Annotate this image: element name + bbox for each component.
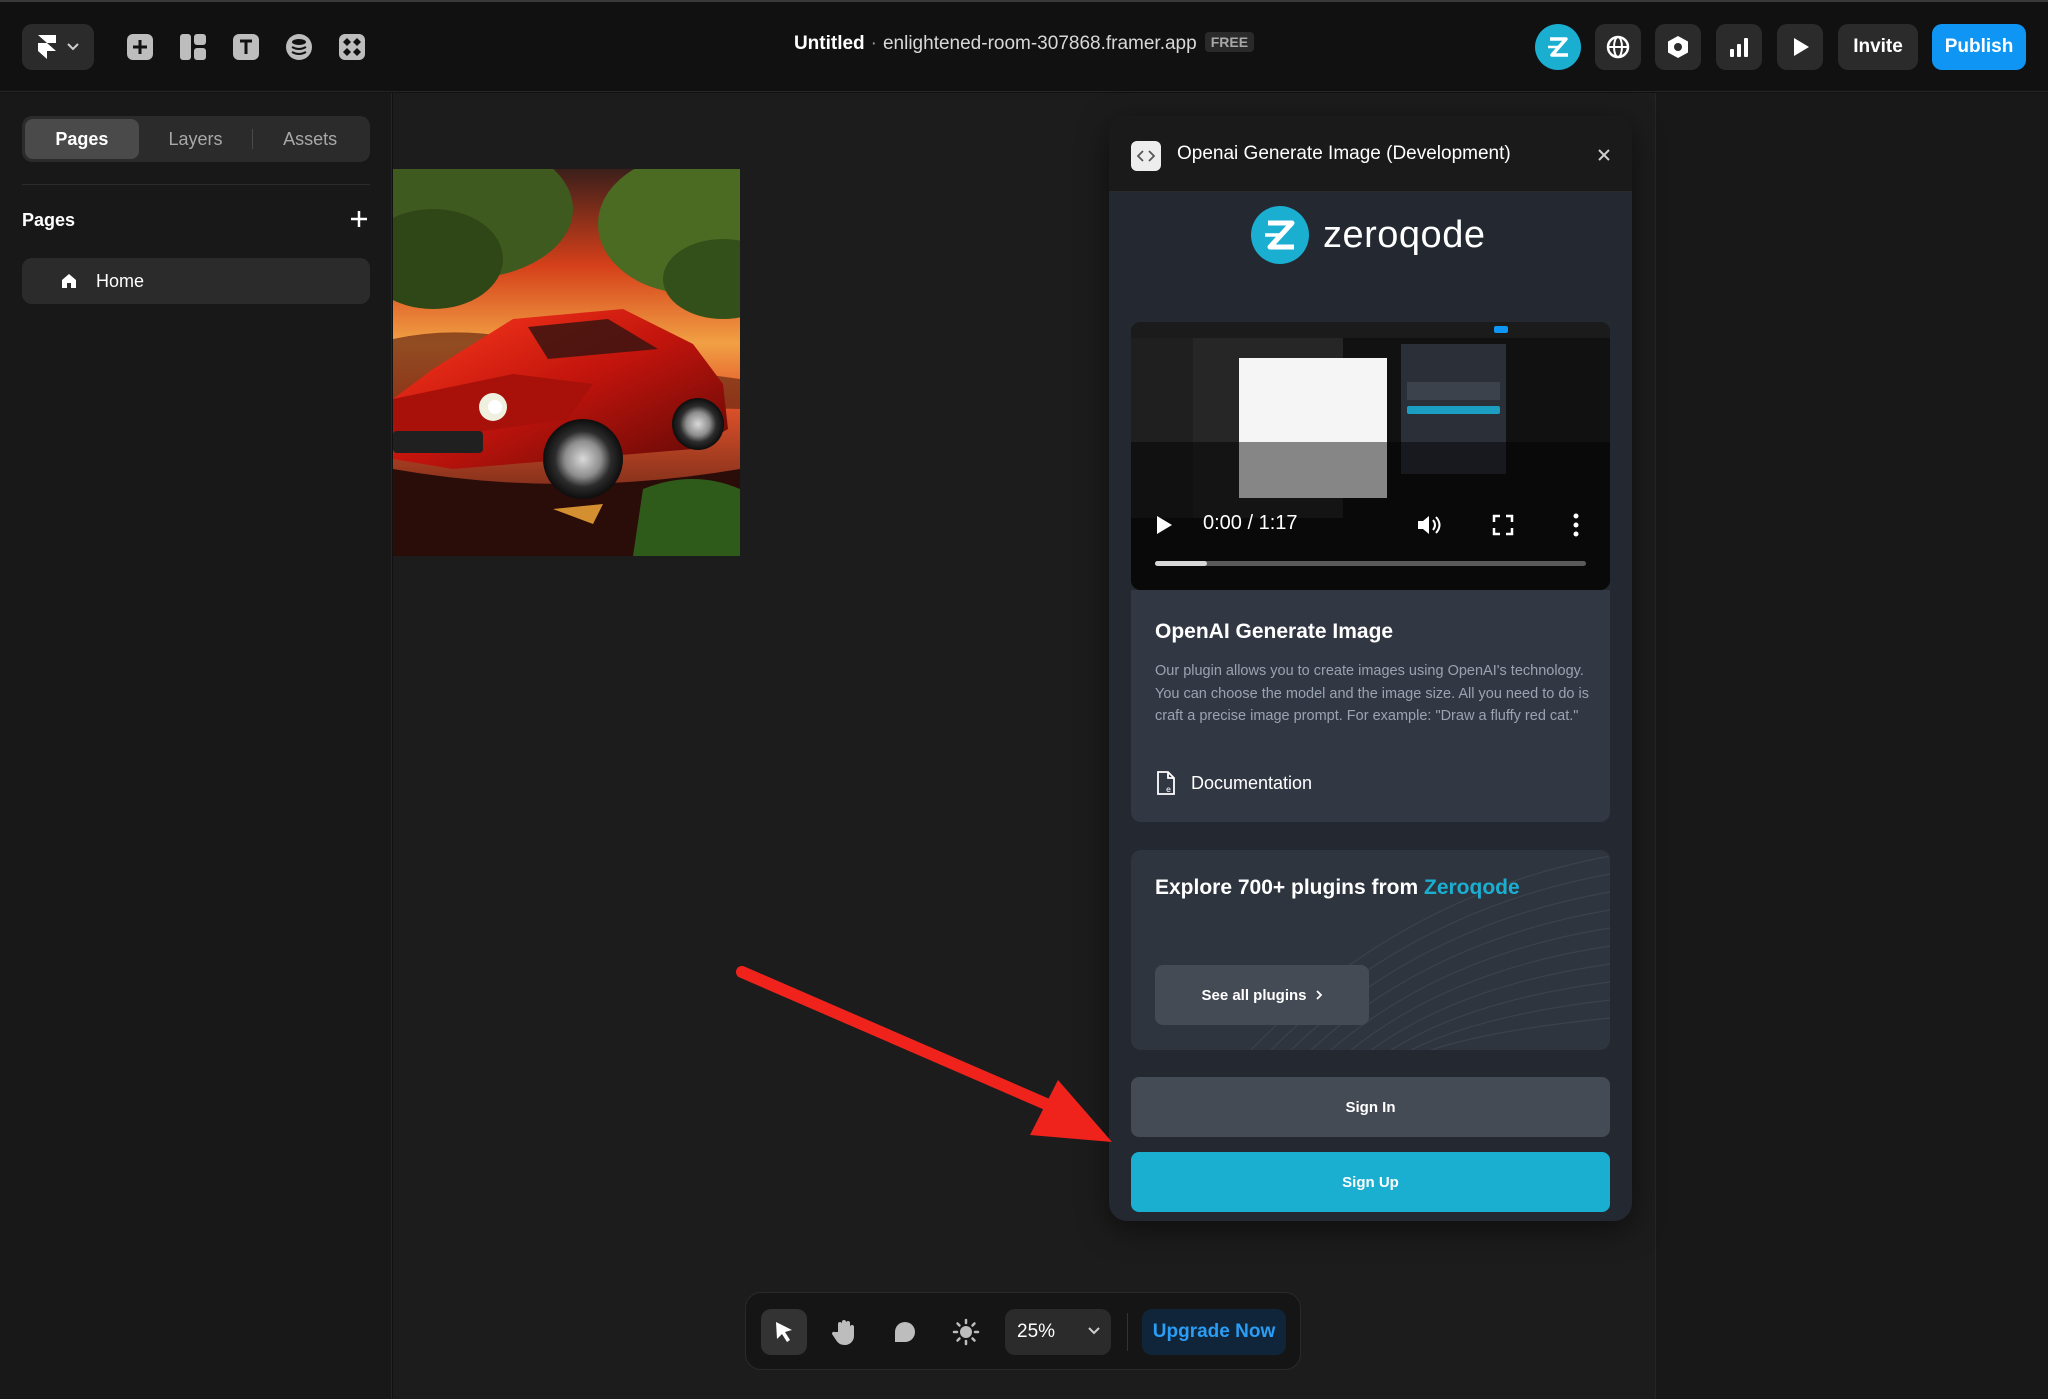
code-icon — [1131, 141, 1161, 171]
play-icon[interactable] — [1155, 515, 1173, 535]
page-item-label: Home — [96, 270, 145, 291]
title-separator: · — [870, 33, 877, 54]
publish-button[interactable]: Publish — [1932, 24, 2026, 70]
top-toolbar: Untitled · enlightened-room-307868.framer.… — [0, 0, 2048, 92]
zeroqode-logo-icon — [1548, 37, 1568, 57]
plugin-info-heading: OpenAI Generate Image — [1155, 620, 1394, 643]
hand-icon[interactable] — [821, 1309, 867, 1355]
video-preview-frame — [1131, 322, 1610, 590]
tutorial-video[interactable]: 0:00 / 1:17 — [1131, 322, 1610, 590]
fullscreen-icon[interactable] — [1492, 514, 1514, 536]
comment-icon[interactable] — [882, 1309, 928, 1355]
see-all-plugins-button[interactable]: See all plugins — [1155, 965, 1369, 1025]
chevron-down-icon — [1088, 1327, 1100, 1335]
tab-pages[interactable]: Pages — [25, 119, 139, 159]
sign-in-button[interactable]: Sign In — [1131, 1077, 1610, 1137]
brightness-icon[interactable] — [943, 1309, 989, 1355]
bottom-toolbar: 25% Upgrade Now — [745, 1292, 1301, 1370]
more-options-icon[interactable] — [1572, 513, 1580, 537]
sidebar-tabs: Pages Layers Assets — [22, 116, 370, 162]
volume-icon[interactable] — [1416, 513, 1442, 537]
settings-hex-icon[interactable] — [1655, 24, 1701, 70]
tab-assets[interactable]: Assets — [253, 119, 367, 159]
zoom-select[interactable]: 25% — [1005, 1309, 1111, 1355]
documentation-link[interactable]: e Documentation — [1155, 770, 1312, 796]
tab-layers[interactable]: Layers — [139, 119, 253, 159]
left-sidebar: Pages Layers Assets Pages Home — [0, 93, 392, 1399]
video-progress-bar[interactable] — [1155, 561, 1586, 566]
svg-text:e: e — [1166, 785, 1171, 794]
invite-button[interactable]: Invite — [1838, 24, 1918, 70]
app-root: Untitled · enlightened-room-307868.framer.… — [0, 0, 2048, 1399]
site-url: enlightened-room-307868.framer.app — [882, 33, 1197, 54]
see-all-plugins-label: See all plugins — [1201, 986, 1307, 1004]
brand-wordmark: zeroqode — [1323, 213, 1486, 256]
explore-heading-brand[interactable]: Zeroqode — [1424, 876, 1520, 899]
document-icon: e — [1157, 771, 1175, 795]
right-properties-panel — [1655, 93, 2048, 1399]
close-icon[interactable] — [1595, 146, 1613, 164]
zoom-value: 25% — [1017, 1321, 1056, 1342]
pages-section-title: Pages — [22, 210, 76, 230]
plugin-window: Openai Generate Image (Development) zero… — [1109, 116, 1632, 1221]
annotation-arrow — [736, 966, 1112, 1142]
plugin-info-description: Our plugin allows you to create images u… — [1155, 663, 1589, 724]
globe-icon[interactable] — [1595, 24, 1641, 70]
zeroqode-avatar[interactable] — [1535, 24, 1581, 70]
generated-car-image — [393, 169, 740, 556]
documentation-label: Documentation — [1191, 772, 1313, 793]
select-arrow-icon[interactable] — [761, 1309, 807, 1355]
page-item-home[interactable]: Home — [22, 258, 370, 304]
doc-name: Untitled — [793, 33, 865, 54]
explore-heading: Explore 700+ plugins from Zeroqode — [1155, 876, 1520, 900]
analytics-icon[interactable] — [1716, 24, 1762, 70]
upgrade-now-button[interactable]: Upgrade Now — [1142, 1309, 1286, 1355]
zeroqode-logo-icon — [1251, 206, 1309, 264]
sign-up-button[interactable]: Sign Up — [1131, 1152, 1610, 1212]
canvas-image-frame[interactable] — [393, 169, 740, 556]
plan-badge: FREE — [1204, 32, 1255, 52]
explore-plugins-card: Explore 700+ plugins from Zeroqode See a… — [1131, 850, 1610, 1050]
zeroqode-brand: zeroqode — [1251, 206, 1485, 264]
video-progress-fill — [1155, 561, 1207, 566]
home-icon — [62, 274, 76, 288]
chevron-right-icon — [1315, 990, 1322, 1000]
toolbar-divider — [1127, 1313, 1128, 1351]
plugin-info-card: OpenAI Generate Image Our plugin allows … — [1131, 590, 1610, 822]
preview-play-icon[interactable] — [1777, 24, 1823, 70]
add-page-icon[interactable] — [348, 208, 370, 230]
explore-heading-prefix: Explore 700+ plugins from — [1155, 876, 1419, 899]
plugin-title: Openai Generate Image (Development) — [1177, 143, 1511, 164]
video-time: 0:00 / 1:17 — [1203, 512, 1298, 534]
plugin-header: Openai Generate Image (Development) — [1109, 116, 1632, 192]
sidebar-divider — [22, 184, 370, 185]
